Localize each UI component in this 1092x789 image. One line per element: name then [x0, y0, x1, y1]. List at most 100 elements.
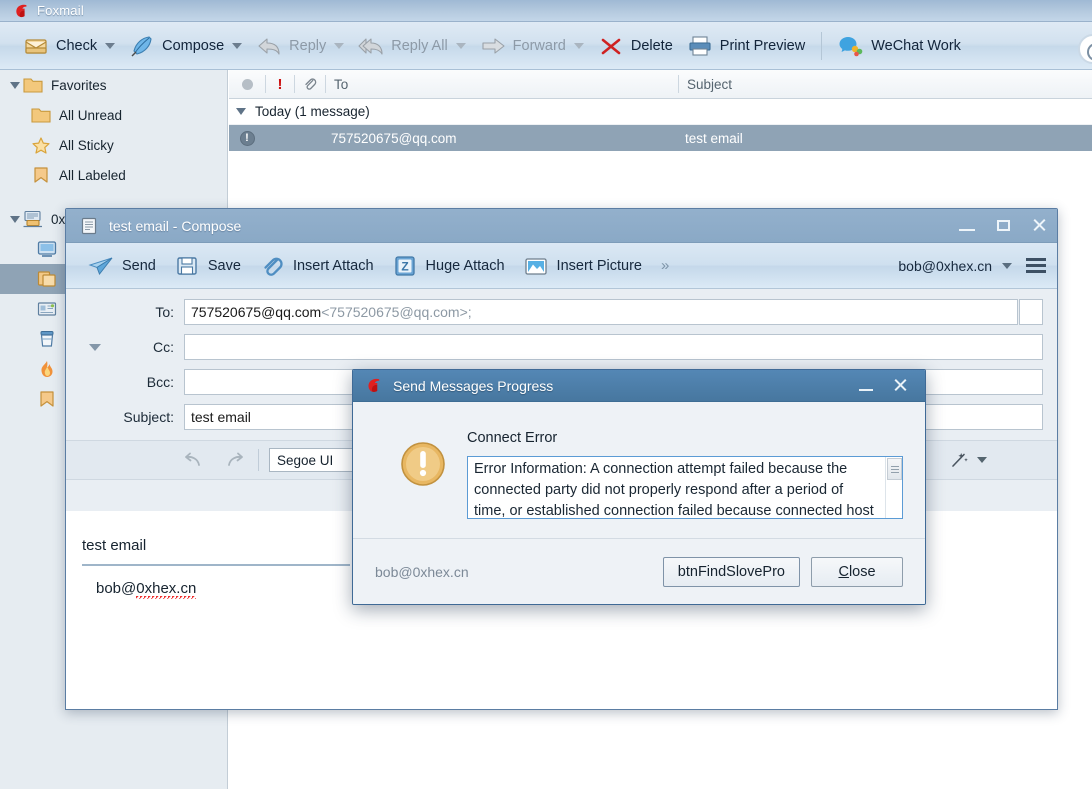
- toolbar-button-check[interactable]: Check: [16, 27, 122, 65]
- dialog-content: Connect Error Error Information: A conne…: [467, 426, 903, 539]
- folder-icon: [31, 108, 51, 123]
- warning-exclamation-icon: [401, 442, 445, 486]
- paper-plane-icon: [88, 257, 113, 275]
- sidebar-item-all-sticky[interactable]: All Sticky: [0, 130, 227, 160]
- save-label: Save: [207, 257, 241, 274]
- chevron-down-icon[interactable]: [334, 42, 345, 49]
- close-icon[interactable]: [883, 370, 917, 402]
- to-extra-button[interactable]: [1019, 299, 1043, 325]
- to-value: 757520675@qq.com: [191, 304, 322, 320]
- toolbar-label: Reply: [289, 37, 327, 54]
- toolbar-button-print-preview[interactable]: Print Preview: [680, 27, 812, 65]
- toolbar-button-compose[interactable]: Compose: [122, 27, 249, 65]
- chevron-down-icon[interactable]: [1002, 262, 1012, 269]
- toolbar-button-reply-all[interactable]: Reply All: [351, 27, 472, 65]
- toolbar-button-forward[interactable]: Forward: [473, 27, 591, 65]
- close-icon[interactable]: [1021, 209, 1057, 243]
- undo-arrow-icon[interactable]: [180, 450, 206, 470]
- printer-icon: [689, 35, 711, 56]
- huge-attach-z-icon: Z: [394, 255, 415, 276]
- message-group-header[interactable]: Today (1 message): [229, 99, 1092, 125]
- toolbar-divider: [821, 31, 823, 60]
- toolbar-button-delete[interactable]: Delete: [591, 27, 680, 65]
- send-messages-progress-dialog: Send Messages Progress Connect Error Err…: [352, 369, 926, 605]
- quill-feather-icon: [131, 35, 152, 56]
- junk-flame-icon: [41, 361, 53, 377]
- chevron-down-icon[interactable]: [232, 42, 243, 49]
- dialog-titlebar[interactable]: Send Messages Progress: [353, 370, 925, 402]
- foxmail-logo-icon: [14, 3, 30, 19]
- triangle-down-icon[interactable]: [80, 343, 110, 351]
- to-label: To:: [155, 304, 174, 320]
- wechat-work-icon: [839, 36, 863, 56]
- compose-toolbar: Send Save Insert Attach Z Huge Attach In…: [66, 243, 1057, 289]
- cc-label: Cc:: [153, 339, 174, 355]
- chevron-down-icon[interactable]: [455, 42, 466, 49]
- toolbar-button-wechat-work[interactable]: WeChat Work: [831, 27, 968, 65]
- sidebar-item-favorites[interactable]: Favorites: [0, 70, 227, 100]
- magic-wand-icon[interactable]: [950, 451, 970, 469]
- minimize-icon[interactable]: [949, 209, 985, 243]
- insert-attach-button[interactable]: Insert Attach: [250, 248, 383, 284]
- app-title: Foxmail: [37, 3, 84, 18]
- close-button-mnemonic: C: [838, 563, 849, 580]
- toolbar-button-reply[interactable]: Reply: [249, 27, 351, 65]
- sidebar-item-label: All Unread: [59, 107, 123, 123]
- dialog-footer: bob@0xhex.cn btnFindSlovePro Close: [353, 538, 925, 604]
- document-icon: [81, 217, 97, 234]
- dialog-body: Connect Error Error Information: A conne…: [353, 402, 925, 539]
- toolbar-overflow-button[interactable]: »: [651, 257, 678, 274]
- gray-dot-icon: [241, 78, 253, 90]
- cc-input[interactable]: [184, 334, 1043, 360]
- column-header-attachment[interactable]: [295, 70, 325, 98]
- scrollbar[interactable]: [885, 457, 902, 518]
- main-titlebar: Foxmail: [0, 0, 1092, 22]
- find-solve-button[interactable]: btnFindSlovePro: [662, 556, 800, 587]
- sidebar-item-label: All Labeled: [59, 167, 126, 183]
- column-header-priority[interactable]: !: [266, 70, 294, 98]
- forward-arrow-icon: [482, 37, 505, 54]
- paperclip-icon: [305, 78, 317, 90]
- column-header-status[interactable]: [229, 70, 265, 98]
- column-header-subject[interactable]: Subject: [679, 70, 1092, 98]
- huge-attach-label: Huge Attach: [425, 257, 505, 274]
- compose-titlebar[interactable]: test email - Compose: [66, 209, 1057, 243]
- circular-progress-icon[interactable]: [1078, 34, 1092, 64]
- save-button[interactable]: Save: [165, 248, 250, 284]
- send-button[interactable]: Send: [79, 248, 165, 284]
- toolbar-label: Reply All: [391, 37, 448, 54]
- triangle-down-icon[interactable]: [8, 81, 22, 89]
- triangle-down-icon[interactable]: [8, 215, 22, 223]
- triangle-down-icon[interactable]: [236, 108, 246, 115]
- account-mail-icon: [23, 210, 42, 228]
- to-input[interactable]: 757520675@qq.com <757520675@qq.com>;: [184, 299, 1018, 325]
- maximize-icon[interactable]: [985, 209, 1021, 243]
- foxmail-app-window: Foxmail Check Compose Reply Reply All Fo…: [0, 0, 1092, 789]
- sidebar-item-all-unread[interactable]: All Unread: [0, 100, 227, 130]
- list-menu-icon[interactable]: [1026, 255, 1046, 276]
- main-toolbar: Check Compose Reply Reply All Forward De…: [0, 22, 1092, 70]
- message-to: 757520675@qq.com: [331, 130, 457, 146]
- sidebar-item-label: Favorites: [51, 77, 107, 93]
- insert-picture-button[interactable]: Insert Picture: [514, 248, 651, 284]
- huge-attach-button[interactable]: Z Huge Attach: [383, 248, 514, 284]
- scrollbar-thumb-icon[interactable]: [887, 458, 902, 480]
- minimize-icon[interactable]: [849, 370, 883, 402]
- chevron-down-icon[interactable]: [977, 457, 987, 463]
- column-header-to[interactable]: To: [326, 70, 678, 98]
- error-text-box[interactable]: Error Information: A connection attempt …: [467, 456, 903, 519]
- chevron-down-icon[interactable]: [105, 42, 116, 49]
- message-group-label: Today (1 message): [255, 104, 370, 119]
- error-circle-icon: !: [229, 130, 265, 146]
- chevron-down-icon[interactable]: [573, 42, 584, 49]
- toolbar-label: Print Preview: [719, 37, 806, 54]
- table-row[interactable]: ! 757520675@qq.com test email: [229, 125, 1092, 151]
- format-right-group: [950, 451, 1045, 469]
- sidebar-item-all-labeled[interactable]: All Labeled: [0, 160, 227, 190]
- paperclip-icon: [264, 257, 283, 276]
- toolbar-label: Delete: [630, 37, 673, 54]
- svg-text:Z: Z: [401, 259, 408, 273]
- close-button[interactable]: Close: [811, 556, 903, 587]
- format-divider: [258, 449, 259, 471]
- redo-arrow-icon[interactable]: [222, 450, 248, 470]
